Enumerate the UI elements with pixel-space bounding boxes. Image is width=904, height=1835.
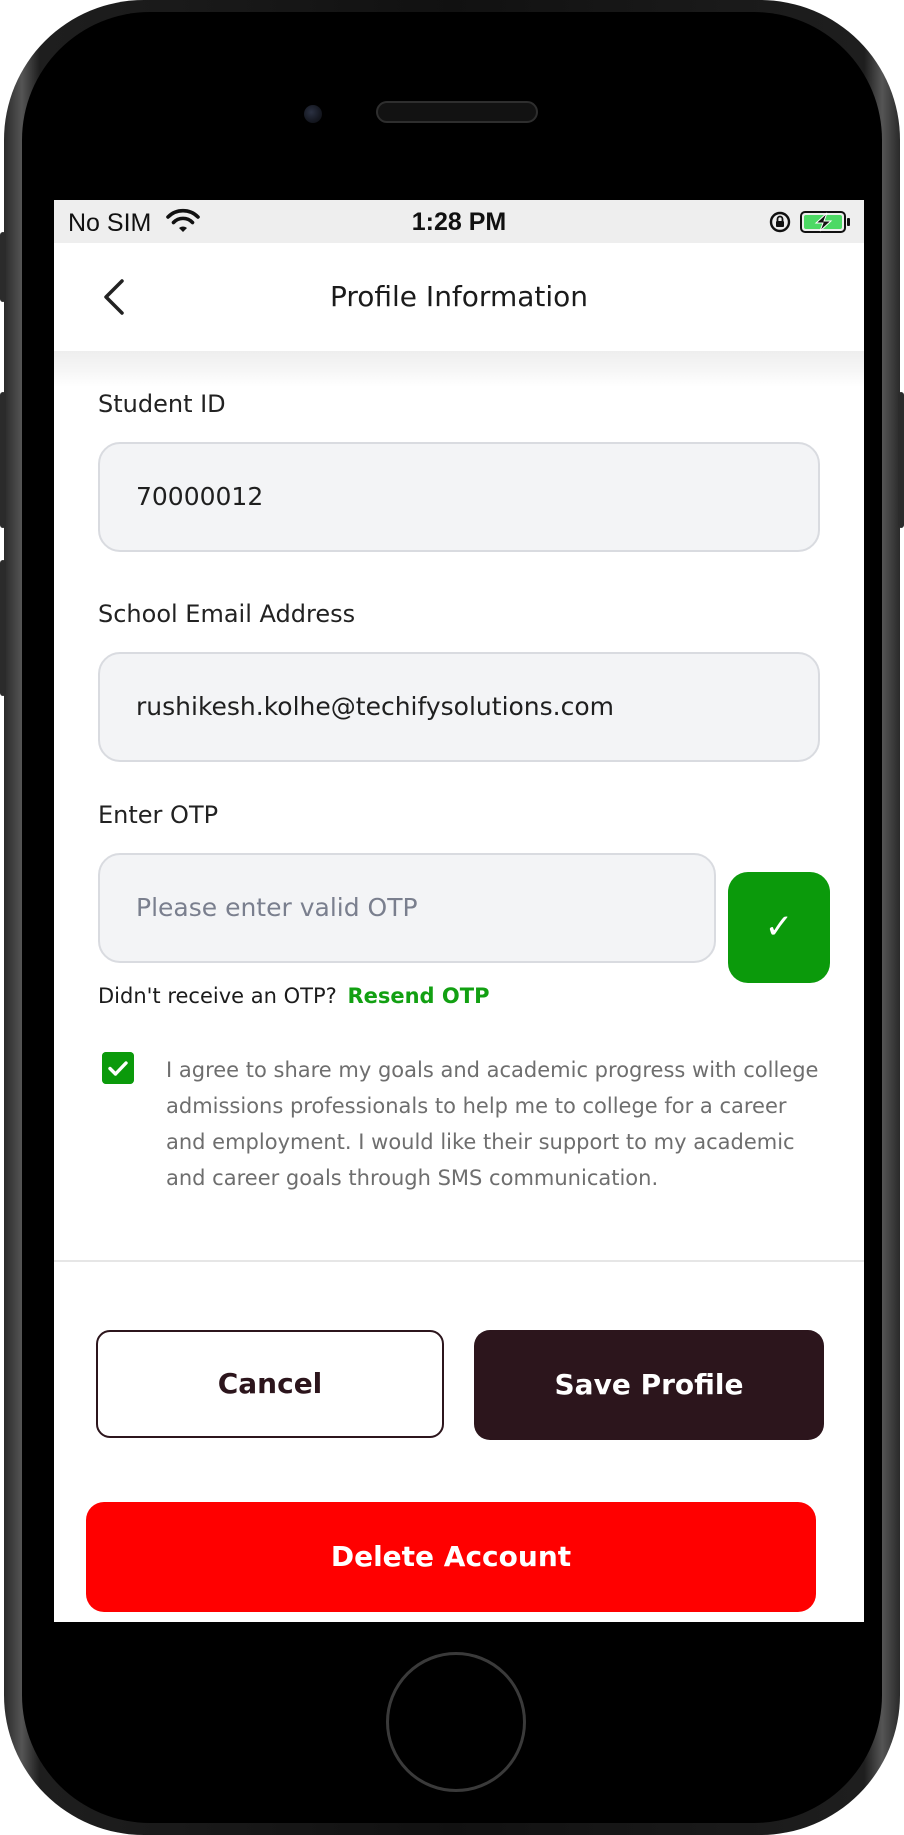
student-id-field[interactable]: 70000012 [98,442,820,552]
consent-checkbox[interactable] [102,1052,134,1084]
front-camera [304,105,322,123]
header-shadow [54,351,864,387]
phone-frame: No SIM 1:28 PM Profile Information Stude… [0,0,904,1835]
save-profile-button[interactable]: Save Profile [474,1330,824,1440]
cancel-button[interactable]: Cancel [96,1330,444,1438]
page-title: Profile Information [329,280,589,313]
rotation-lock-icon [769,211,791,233]
status-bar: No SIM 1:28 PM [54,200,864,243]
mute-switch [0,232,6,302]
delete-account-button[interactable]: Delete Account [86,1502,816,1612]
email-value: rushikesh.kolhe@techifysolutions.com [136,692,615,721]
verify-otp-button[interactable]: ✓ [728,872,830,983]
home-button[interactable] [386,1652,526,1792]
student-id-label: Student ID [98,390,226,418]
section-divider [54,1260,864,1262]
otp-placeholder: Please enter valid OTP [136,893,418,922]
app-screen: No SIM 1:28 PM Profile Information Stude… [54,200,864,1622]
volume-up-button [0,392,6,528]
clock: 1:28 PM [411,208,507,236]
battery-charging-icon [800,211,850,233]
power-button [898,392,904,528]
volume-down-button [0,560,6,696]
resend-otp-link[interactable]: Resend OTP [347,984,489,1008]
navigation-bar: Profile Information [54,243,864,351]
resend-row: Didn't receive an OTP? Resend OTP [98,984,489,1008]
email-label: School Email Address [98,600,356,628]
earpiece-speaker [376,101,538,123]
email-field[interactable]: rushikesh.kolhe@techifysolutions.com [98,652,820,762]
otp-label: Enter OTP [98,801,219,829]
consent-text: I agree to share my goals and academic p… [166,1058,819,1190]
resend-prompt: Didn't receive an OTP? [98,984,337,1008]
student-id-value: 70000012 [136,482,264,511]
otp-input[interactable]: Please enter valid OTP [98,853,716,963]
